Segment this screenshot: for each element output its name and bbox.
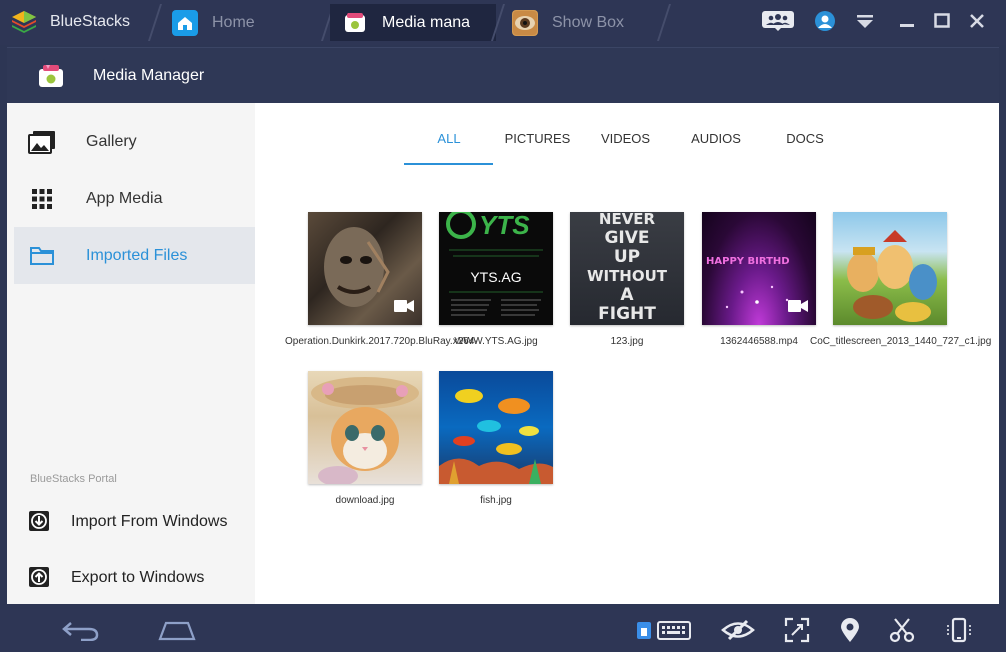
location-button[interactable] (836, 617, 864, 643)
back-icon (62, 622, 99, 641)
account-icon (815, 11, 835, 31)
bottom-nav-bar (0, 609, 1006, 652)
file-thumbnail-operation-dunkirk[interactable] (308, 212, 422, 325)
yts-url-text: YTS.AG (470, 269, 521, 285)
sidebar-item-label: Imported Files (86, 246, 188, 264)
birthday-text: HAPPY BIRTHD (706, 256, 790, 267)
file-thumbnail-123[interactable]: NEVER GIVE UP WITHOUT A FIGHT (570, 212, 684, 325)
file-caption: fish.jpg (480, 495, 512, 506)
bluestacks-brand: BlueStacks (10, 8, 130, 36)
poster-line: UP (614, 247, 640, 267)
brand-name: BlueStacks (50, 13, 131, 30)
visibility-toggle[interactable] (720, 617, 756, 643)
sidebar-item-gallery[interactable]: Gallery (14, 113, 255, 170)
file-thumbnail-yts[interactable]: YTS YTS.AG (439, 212, 553, 325)
import-label: Import From Windows (71, 513, 228, 530)
file-caption: CoC_titlescreen_2013_1440_727_c1.jpg (810, 336, 992, 347)
sidebar-item-label: Gallery (86, 132, 137, 150)
community-icon (762, 11, 794, 31)
dropdown-icon (857, 15, 873, 28)
folder-icon (28, 242, 56, 270)
location-icon (841, 618, 859, 642)
active-tab-indicator (404, 163, 493, 165)
file-thumbnail-download[interactable] (308, 371, 422, 484)
android-home-button[interactable] (157, 617, 197, 643)
poster-line: A (620, 285, 634, 305)
tab-all[interactable]: ALL (425, 131, 473, 146)
fullscreen-icon (784, 617, 810, 643)
gallery-icon (28, 128, 56, 156)
home-icon (172, 9, 198, 36)
eye-icon (721, 619, 755, 641)
keyboard-button[interactable] (636, 617, 692, 643)
app-header: Media Manager (7, 47, 999, 103)
close-button[interactable] (964, 8, 990, 34)
back-button[interactable] (60, 617, 102, 643)
tab-label: Media mana (382, 13, 471, 31)
tab-media-manager[interactable]: Media mana (330, 4, 496, 41)
tab-home[interactable]: Home (160, 4, 328, 41)
maximize-icon (934, 13, 950, 28)
minimize-button[interactable] (894, 8, 920, 34)
sidebar-item-imported-files[interactable]: Imported Files (14, 227, 255, 284)
import-icon (28, 510, 52, 534)
content-area: ALL PICTURES VIDEOS AUDIOS DOCS Operatio… (255, 103, 999, 604)
grid-icon (28, 185, 56, 213)
account-button[interactable] (812, 8, 838, 34)
fullscreen-button[interactable] (783, 617, 811, 643)
import-from-windows-button[interactable]: Import From Windows (14, 497, 255, 547)
portal-section-label: BlueStacks Portal (30, 473, 117, 485)
tab-label: Home (212, 13, 255, 31)
sidebar-item-label: App Media (86, 189, 163, 207)
show-box-icon (512, 9, 538, 36)
minimize-icon (900, 24, 914, 27)
poster-line: WITHOUT (587, 267, 668, 285)
community-button[interactable] (760, 8, 796, 34)
rotate-button[interactable] (944, 617, 974, 643)
rotate-phone-icon (947, 617, 971, 643)
export-label: Export to Windows (71, 569, 205, 586)
scissors-icon (889, 618, 915, 643)
bluestacks-logo-icon (10, 9, 38, 35)
tab-show-box[interactable]: Show Box (500, 4, 666, 41)
tab-audios[interactable]: AUDIOS (682, 131, 750, 146)
video-camera-icon (788, 299, 808, 313)
file-thumbnail-fish[interactable] (439, 371, 553, 484)
maximize-button[interactable] (929, 8, 955, 34)
export-to-windows-button[interactable]: Export to Windows (14, 553, 255, 603)
sidebar-item-app-media[interactable]: App Media (14, 170, 255, 227)
tab-pictures[interactable]: PICTURES (500, 131, 575, 146)
screenshot-button[interactable] (888, 617, 916, 643)
tab-label: Show Box (552, 13, 625, 31)
file-thumbnail-1362446588[interactable]: HAPPY BIRTHD (702, 212, 816, 325)
sidebar: Gallery App Media Imported Files BlueSta… (7, 103, 255, 604)
window-title-bar: BlueStacks Home Media mana Show Box (0, 0, 1006, 45)
keyboard-icon (637, 621, 691, 640)
media-manager-icon (37, 63, 65, 89)
home-icon (158, 621, 196, 641)
app-title: Media Manager (93, 67, 205, 84)
media-manager-icon (342, 10, 368, 36)
tab-videos[interactable]: VIDEOS (593, 131, 658, 146)
tab-docs[interactable]: DOCS (780, 131, 830, 146)
yts-logo-text: YTS (479, 212, 530, 240)
video-camera-icon (394, 299, 414, 313)
poster-line: FIGHT (598, 304, 656, 324)
dropdown-button[interactable] (852, 8, 878, 34)
poster-line: GIVE (604, 228, 649, 248)
file-thumbnail-coc-titlescreen[interactable] (833, 212, 947, 325)
close-icon (970, 14, 984, 28)
export-icon (28, 566, 52, 590)
poster-line: NEVER (599, 212, 656, 228)
